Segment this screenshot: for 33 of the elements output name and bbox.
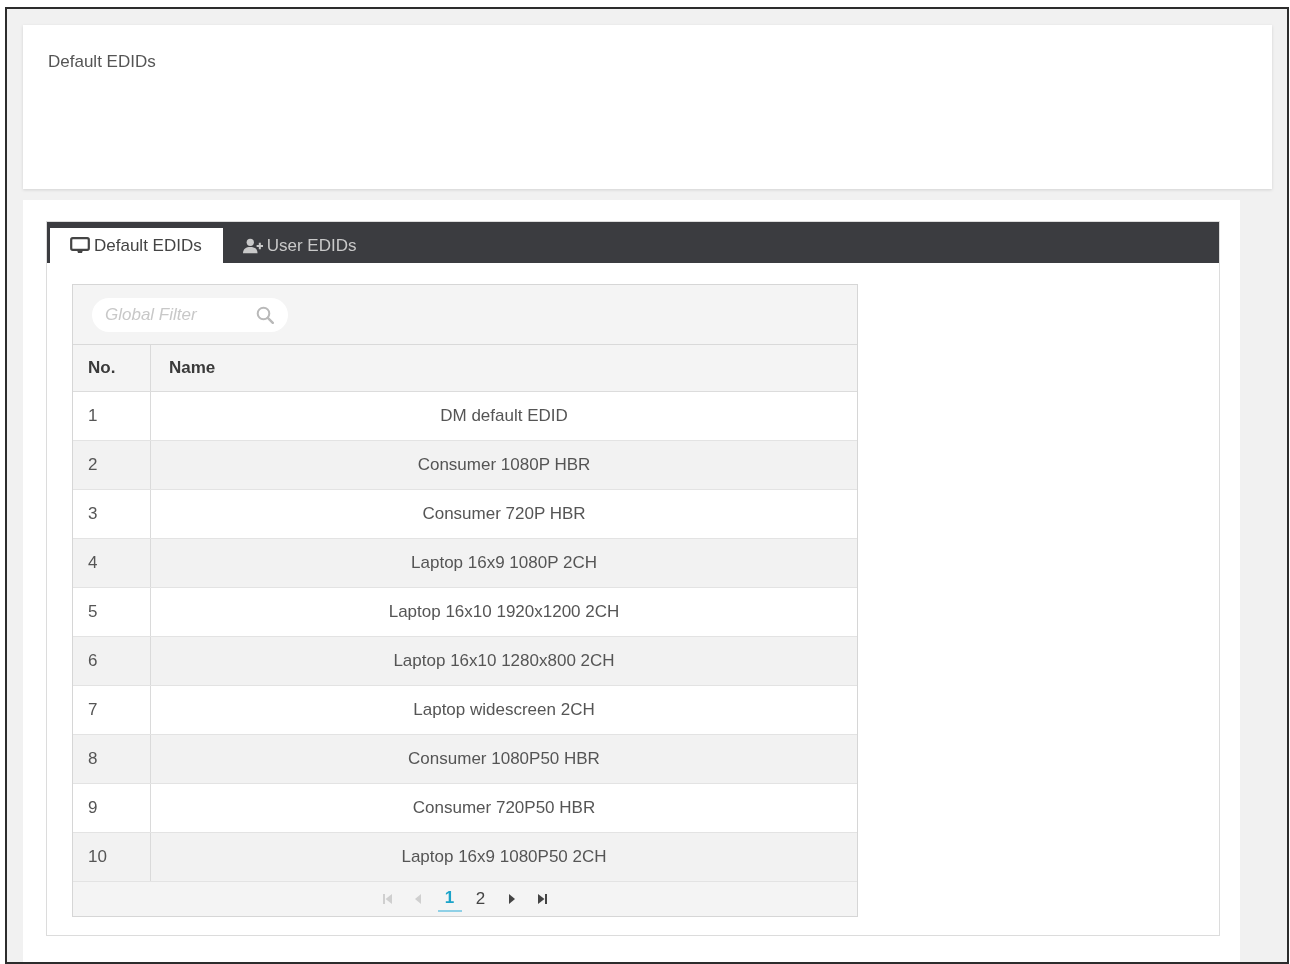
row-number-cell: 10 [73, 833, 151, 881]
user-plus-icon [242, 236, 263, 255]
row-number-cell: 4 [73, 539, 151, 587]
name-cell-text: Consumer 1080P50 HBR [407, 748, 601, 770]
name-cell-text: Consumer 720P HBR [421, 503, 587, 525]
row-number-cell: 6 [73, 637, 151, 685]
skip-to-end-icon [538, 894, 547, 904]
skip-to-start-icon [383, 894, 392, 904]
name-cell-text: Consumer 720P50 HBR [411, 797, 597, 819]
row-number-cell: 8 [73, 735, 151, 783]
column-header[interactable]: No. [73, 345, 151, 391]
tab[interactable]: Default EDIDs [50, 228, 223, 263]
row-number-cell: 7 [73, 686, 151, 734]
name-cell-text: Laptop 16x9 1080P50 2CH [400, 846, 608, 868]
name-cell-text: Laptop widescreen 2CH [412, 699, 596, 721]
right-triangle-icon [507, 894, 516, 904]
row-number-cell: 9 [73, 784, 151, 832]
left-triangle-icon [414, 894, 423, 904]
tab[interactable]: User EDIDs [222, 228, 378, 263]
name-cell-text: Laptop 16x10 1280x800 2CH [392, 650, 616, 672]
name-cell-text: DM default EDID [439, 405, 569, 427]
row-number-cell: 1 [73, 392, 151, 440]
page-title: Default EDIDs [48, 52, 156, 71]
monitor-icon [70, 236, 90, 255]
name-cell-text: Consumer 1080P HBR [416, 454, 592, 476]
row-number-cell: 5 [73, 588, 151, 636]
row-number-cell: 3 [73, 490, 151, 538]
search-icon [256, 305, 274, 324]
column-header[interactable]: Name [151, 345, 857, 391]
page-button[interactable]: 2 [468, 886, 493, 912]
name-cell-text: Laptop 16x9 1080P 2CH [410, 552, 598, 574]
row-number-cell: 2 [73, 441, 151, 489]
name-cell-text: Laptop 16x10 1920x1200 2CH [387, 601, 621, 623]
